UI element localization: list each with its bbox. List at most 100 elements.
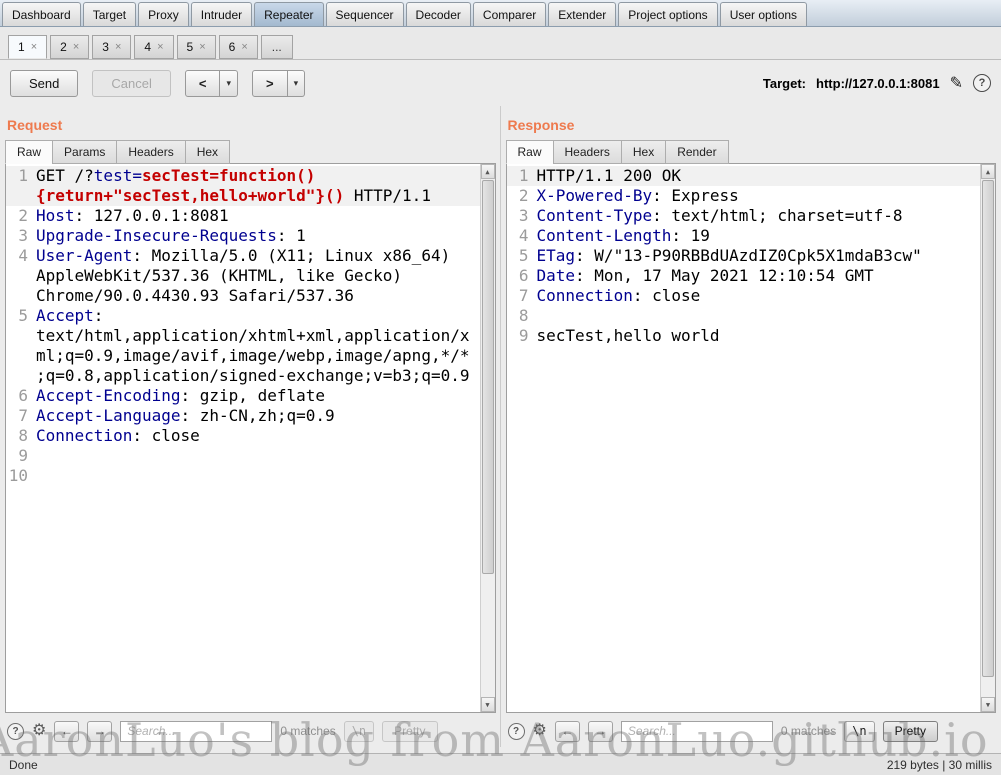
editor-line[interactable]: 6 Accept-Encoding: gzip, deflate [6,386,480,406]
search-prev-button[interactable]: ← [54,720,80,742]
help-icon[interactable]: ? [973,74,991,92]
line-text[interactable]: User-Agent: Mozilla/5.0 (X11; Linux x86_… [36,246,480,306]
request-tab-raw[interactable]: Raw [5,140,53,164]
prev-request-dropdown-icon[interactable]: ▾ [220,69,238,97]
editor-line[interactable]: 7 Accept-Language: zh-CN,zh;q=0.9 [6,406,480,426]
close-tab-icon[interactable]: × [199,41,205,53]
prev-request-button[interactable]: < ▾ [184,69,238,97]
search-input[interactable] [620,720,773,742]
editor-line[interactable]: 7 Connection: close [507,286,981,306]
request-tab-hex[interactable]: Hex [184,140,231,164]
repeater-tab-5[interactable]: 5 × [176,35,216,59]
line-text[interactable]: Accept-Language: zh-CN,zh;q=0.9 [36,406,480,426]
nav-tab-sequencer[interactable]: Sequencer [325,2,404,26]
line-text[interactable]: Date: Mon, 17 May 2021 12:10:54 GMT [537,266,981,286]
request-editor-lines[interactable]: 1 GET /?test=secTest=function(){return+"s… [6,164,480,712]
line-text[interactable]: Upgrade-Insecure-Requests: 1 [36,226,480,246]
editor-line[interactable]: 4 User-Agent: Mozilla/5.0 (X11; Linux x86… [6,246,480,306]
repeater-tab-2[interactable]: 2 × [50,35,90,59]
scroll-up-icon[interactable]: ▲ [480,164,495,179]
line-text[interactable]: HTTP/1.1 200 OK [537,166,981,186]
response-editor-lines[interactable]: 1 HTTP/1.1 200 OK 2 X-Powered-By: Express 3 C… [506,164,981,712]
help-icon[interactable]: ? [507,722,525,740]
line-text[interactable]: ETag: W/"13-P90RBBdUAzdIZ0Cpk5X1mdaB3cw" [537,246,981,266]
nav-tab-comparer[interactable]: Comparer [472,2,547,26]
close-tab-icon[interactable]: × [157,41,163,53]
line-text[interactable]: Content-Type: text/html; charset=utf-8 [537,206,981,226]
search-prev-button[interactable]: ← [554,720,580,742]
editor-line[interactable]: 9 secTest,hello world [507,326,981,346]
editor-line[interactable]: 1 GET /?test=secTest=function(){return+"s… [6,166,480,206]
line-text[interactable] [537,306,981,326]
editor-line[interactable]: 5 Accept: text/html,application/xhtml+xml… [6,306,480,386]
scroll-down-icon[interactable]: ▼ [480,697,495,712]
scroll-up-icon[interactable]: ▲ [981,164,995,179]
close-tab-icon[interactable]: × [115,41,121,53]
nav-tab-decoder[interactable]: Decoder [405,2,471,26]
editor-line[interactable]: 5 ETag: W/"13-P90RBBdUAzdIZ0Cpk5X1mdaB3cw… [507,246,981,266]
close-tab-icon[interactable]: × [73,41,79,53]
nav-tab-project-options[interactable]: Project options [618,2,718,26]
panel-splitter[interactable] [496,106,506,747]
nav-tab-intruder[interactable]: Intruder [190,2,253,26]
request-scrollbar-track[interactable] [481,179,495,697]
response-scrollbar-thumb[interactable] [982,180,994,678]
line-text[interactable]: Accept: text/html,application/xhtml+xml,… [36,306,480,386]
newline-toggle-button[interactable]: \n [844,720,875,742]
editor-line[interactable]: 2 Host: 127.0.0.1:8081 [6,206,480,226]
response-tab-hex[interactable]: Hex [620,140,666,164]
editor-line[interactable]: 4 Content-Length: 19 [507,226,981,246]
request-tab-headers[interactable]: Headers [116,140,185,164]
nav-tab-target[interactable]: Target [82,2,137,26]
response-scrollbar[interactable]: ▲ ▼ [980,164,995,712]
scroll-down-icon[interactable]: ▼ [981,697,995,712]
line-text[interactable] [36,466,480,486]
close-tab-icon[interactable]: × [241,41,247,53]
request-editor[interactable]: 1 GET /?test=secTest=function(){return+"s… [5,163,496,713]
editor-line[interactable]: 1 HTTP/1.1 200 OK [506,166,981,186]
nav-tab-extender[interactable]: Extender [548,2,617,26]
line-text[interactable]: X-Powered-By: Express [537,186,981,206]
nav-tab-dashboard[interactable]: Dashboard [2,2,81,26]
repeater-tab-1[interactable]: 1 × [8,35,48,59]
nav-tab-proxy[interactable]: Proxy [138,2,189,26]
next-request-button[interactable]: > ▾ [251,69,306,97]
line-text[interactable]: Host: 127.0.0.1:8081 [36,206,480,226]
response-editor[interactable]: 1 HTTP/1.1 200 OK 2 X-Powered-By: Express 3 C… [505,163,996,713]
editor-line[interactable]: 3 Content-Type: text/html; charset=utf-8 [507,206,981,226]
request-scrollbar-thumb[interactable] [481,180,494,574]
request-scrollbar[interactable]: ▲ ▼ [479,164,495,712]
editor-line[interactable]: 8 [507,306,981,326]
newline-toggle-button[interactable]: \n [343,720,375,742]
search-next-button[interactable]: → [87,720,113,742]
repeater-tab-3[interactable]: 3 × [92,35,132,59]
response-tab-render[interactable]: Render [665,140,729,164]
line-text[interactable]: secTest,hello world [537,326,981,346]
line-text[interactable]: Content-Length: 19 [537,226,981,246]
search-next-button[interactable]: → [587,720,613,742]
next-request-dropdown-icon[interactable]: ▾ [287,69,306,97]
editor-line[interactable]: 9 [6,446,480,466]
search-input[interactable] [120,720,273,742]
editor-line[interactable]: 8 Connection: close [6,426,480,446]
editor-line[interactable]: 6 Date: Mon, 17 May 2021 12:10:54 GMT [507,266,981,286]
nav-tab-user-options[interactable]: User options [719,2,808,26]
nav-tab-repeater[interactable]: Repeater [254,2,324,26]
editor-line[interactable]: 10 [6,466,480,486]
cancel-button[interactable]: Cancel [92,69,171,97]
repeater-tab-6[interactable]: 6 × [218,35,258,59]
settings-icon[interactable]: ⚙ [533,723,547,739]
line-text[interactable]: Connection: close [36,426,480,446]
editor-line[interactable]: 2 X-Powered-By: Express [507,186,981,206]
line-text[interactable] [36,446,480,466]
repeater-tab-4[interactable]: 4 × [134,35,174,59]
response-scrollbar-track[interactable] [981,179,995,697]
line-text[interactable]: Accept-Encoding: gzip, deflate [36,386,480,406]
edit-target-icon[interactable]: ✎ [950,73,963,93]
close-tab-icon[interactable]: × [31,41,37,53]
editor-line[interactable]: 3 Upgrade-Insecure-Requests: 1 [6,226,480,246]
settings-icon[interactable]: ⚙ [32,723,46,739]
pretty-button[interactable]: Pretty [882,720,938,742]
response-tab-headers[interactable]: Headers [552,140,621,164]
response-tab-raw[interactable]: Raw [505,140,553,164]
